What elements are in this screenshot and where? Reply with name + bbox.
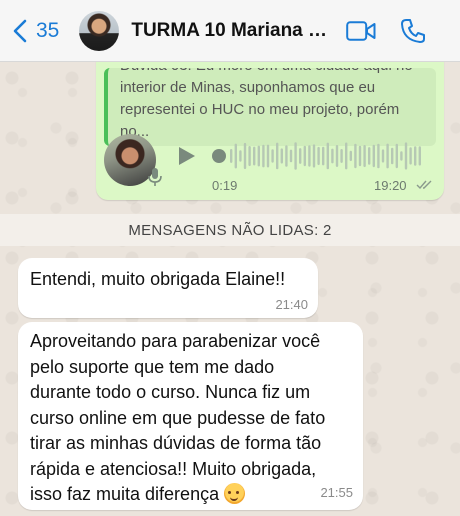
incoming-message-bubble[interactable]: Aproveitando para parabenizar você pelo … bbox=[18, 322, 363, 510]
waveform-bar bbox=[418, 146, 421, 166]
waveform-bar bbox=[294, 142, 297, 170]
double-check-icon bbox=[416, 180, 432, 190]
waveform-bar bbox=[248, 146, 251, 167]
message-time: 21:40 bbox=[275, 297, 308, 312]
message-time: 21:55 bbox=[320, 485, 353, 500]
waveform-bar bbox=[230, 149, 233, 163]
message-text: Entendi, muito obrigada Elaine!! bbox=[30, 269, 286, 289]
waveform-bar bbox=[253, 146, 256, 166]
waveform-bar bbox=[400, 151, 403, 161]
phone-call-icon[interactable] bbox=[400, 18, 426, 44]
incoming-message-bubble[interactable]: Entendi, muito obrigada Elaine!! 21:40 bbox=[18, 258, 318, 318]
unread-messages-banner: MENSAGENS NÃO LIDAS: 2 bbox=[0, 214, 460, 246]
waveform-bar bbox=[276, 142, 279, 170]
waveform-bar bbox=[391, 147, 394, 165]
audio-message-bubble[interactable]: Dúvida 03: Eu moro em uma cidade aqui no… bbox=[96, 40, 444, 200]
waveform-bar bbox=[345, 142, 348, 170]
play-icon[interactable] bbox=[176, 146, 196, 166]
unread-chats-count: 35 bbox=[36, 18, 60, 42]
back-button[interactable]: 35 bbox=[12, 19, 59, 43]
message-text: Aproveitando para parabenizar você pelo … bbox=[30, 331, 326, 504]
waveform-bar bbox=[266, 144, 270, 168]
waveform-bar bbox=[404, 142, 408, 170]
waveform-bar bbox=[243, 142, 247, 170]
smiling-face-with-hearts-icon bbox=[224, 483, 246, 504]
waveform-bar bbox=[363, 145, 366, 168]
waveform-bar bbox=[331, 148, 334, 164]
waveform-bar bbox=[335, 145, 339, 167]
audio-duration: 0:19 bbox=[212, 178, 238, 193]
waveform-bar bbox=[234, 143, 237, 169]
group-avatar[interactable] bbox=[79, 10, 120, 51]
mic-icon bbox=[148, 168, 162, 186]
waveform-bar bbox=[368, 147, 371, 165]
waveform-bar bbox=[386, 143, 389, 169]
waveform-bar bbox=[395, 143, 398, 169]
waveform-bar bbox=[358, 145, 362, 167]
chevron-left-icon bbox=[13, 19, 27, 42]
quoted-message[interactable]: Dúvida 03: Eu moro em uma cidade aqui no… bbox=[104, 68, 436, 146]
waveform-bar bbox=[299, 148, 302, 164]
waveform-bar bbox=[340, 149, 343, 163]
waveform-bar bbox=[414, 146, 417, 166]
waveform-bar bbox=[280, 148, 283, 164]
video-call-icon[interactable] bbox=[346, 20, 376, 42]
audio-waveform[interactable] bbox=[230, 139, 426, 173]
waveform-bar bbox=[354, 143, 357, 169]
message-time: 19:20 bbox=[374, 178, 407, 193]
waveform-bar bbox=[372, 144, 375, 168]
waveform-bar bbox=[303, 145, 306, 167]
waveform-bar bbox=[322, 146, 325, 166]
chat-header: 35 TURMA 10 Mariana Fé... bbox=[0, 0, 460, 62]
waveform-bar bbox=[239, 150, 242, 162]
waveform-bar bbox=[285, 145, 288, 167]
waveform-bar bbox=[308, 145, 311, 167]
waveform-bar bbox=[289, 149, 293, 163]
audio-scrubber-handle[interactable] bbox=[212, 149, 226, 163]
waveform-bar bbox=[271, 149, 274, 163]
waveform-bar bbox=[409, 147, 412, 165]
quoted-message-text: Dúvida 03: Eu moro em uma cidade aqui no… bbox=[120, 68, 413, 140]
waveform-bar bbox=[381, 149, 385, 163]
waveform-bar bbox=[262, 144, 265, 168]
message-text-block: Aproveitando para parabenizar você pelo … bbox=[30, 329, 340, 508]
waveform-bar bbox=[326, 142, 329, 170]
waveform-bar bbox=[312, 144, 316, 168]
chat-title[interactable]: TURMA 10 Mariana Fé... bbox=[131, 20, 327, 42]
waveform-bar bbox=[317, 146, 320, 166]
waveform-bar bbox=[377, 143, 380, 169]
waveform-bar bbox=[349, 150, 352, 162]
waveform-bar bbox=[257, 145, 260, 167]
